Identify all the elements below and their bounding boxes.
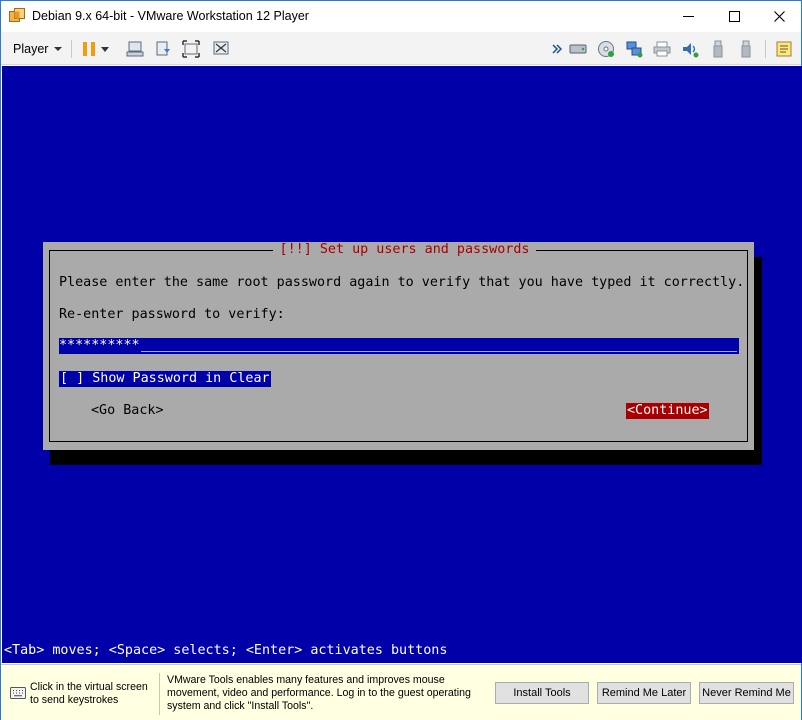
title-bar: Debian 9.x 64-bit - VMware Workstation 1… bbox=[1, 1, 801, 32]
dropdown-arrow-icon bbox=[101, 46, 109, 52]
sound-card-button[interactable] bbox=[680, 39, 700, 59]
vmware-tools-notification-bar: Click in the virtual screen to send keys… bbox=[1, 664, 801, 720]
usb-device-2-icon bbox=[741, 40, 751, 58]
player-menu-label: Player bbox=[13, 41, 49, 56]
disable-unity-button[interactable] bbox=[211, 39, 231, 59]
more-devices-button[interactable] bbox=[550, 39, 564, 59]
pause-dropdown-button[interactable] bbox=[99, 39, 111, 59]
dialog-border-top-left bbox=[49, 250, 273, 251]
close-button[interactable] bbox=[756, 1, 802, 32]
chevron-down-icon bbox=[54, 46, 63, 51]
minimize-button[interactable] bbox=[665, 1, 711, 32]
message-log-button[interactable] bbox=[774, 39, 794, 59]
never-remind-me-button[interactable]: Never Remind Me bbox=[699, 682, 794, 704]
keyboard-hint-text: Click in the virtual screen to send keys… bbox=[30, 681, 148, 706]
go-back-button[interactable]: <Go Back> bbox=[91, 403, 164, 419]
cd-dvd-button[interactable] bbox=[596, 39, 616, 59]
vmware-tools-message: VMware Tools enables many features and i… bbox=[167, 674, 471, 712]
network-adapter-icon bbox=[626, 41, 643, 58]
unity-icon bbox=[156, 41, 170, 56]
pause-icon bbox=[83, 42, 95, 56]
hard-disk-icon bbox=[569, 44, 587, 54]
network-adapter-button[interactable] bbox=[624, 39, 644, 59]
toolbar: Player bbox=[1, 32, 801, 65]
maximize-button[interactable] bbox=[711, 1, 757, 32]
installer-dialog: [!!] Set up users and passwords Please e… bbox=[43, 242, 754, 450]
virtual-machine-screen[interactable]: [!!] Set up users and passwords Please e… bbox=[2, 66, 802, 663]
send-ctrl-alt-del-icon bbox=[126, 41, 144, 57]
minimize-icon bbox=[682, 16, 694, 17]
message-log-icon bbox=[776, 41, 792, 57]
printer-icon bbox=[653, 41, 671, 57]
keyboard-help-line: <Tab> moves; <Space> selects; <Enter> ac… bbox=[4, 643, 448, 658]
window-title: Debian 9.x 64-bit - VMware Workstation 1… bbox=[32, 9, 309, 23]
toolbar-separator bbox=[71, 40, 72, 58]
password-verify-input[interactable]: ********** bbox=[59, 338, 739, 354]
disable-unity-icon bbox=[213, 41, 229, 55]
vmware-player-window: Debian 9.x 64-bit - VMware Workstation 1… bbox=[0, 0, 802, 720]
full-screen-icon bbox=[182, 40, 200, 58]
dialog-message: Please enter the same root password agai… bbox=[59, 275, 745, 290]
keyboard-icon bbox=[10, 686, 26, 699]
unity-button[interactable] bbox=[153, 39, 173, 59]
toolbar-separator bbox=[765, 40, 766, 58]
notification-separator bbox=[159, 673, 160, 715]
more-devices-icon bbox=[552, 44, 562, 54]
install-tools-button[interactable]: Install Tools bbox=[495, 682, 589, 704]
input-underline bbox=[141, 351, 737, 352]
password-field-label: Re-enter password to verify: bbox=[59, 307, 285, 322]
send-ctrl-alt-del-button[interactable] bbox=[125, 39, 145, 59]
pause-button[interactable] bbox=[79, 39, 99, 59]
printer-button[interactable] bbox=[652, 39, 672, 59]
maximize-icon bbox=[728, 11, 740, 22]
cd-dvd-icon bbox=[598, 41, 614, 57]
dialog-title: [!!] Set up users and passwords bbox=[273, 242, 536, 258]
dialog-border-top-right bbox=[536, 250, 748, 251]
usb-device-icon bbox=[713, 40, 723, 58]
hard-disk-button[interactable] bbox=[568, 39, 588, 59]
remind-me-later-button[interactable]: Remind Me Later bbox=[597, 682, 691, 704]
usb-device-2-button[interactable] bbox=[736, 39, 756, 59]
show-password-checkbox[interactable]: [ ] Show Password in Clear bbox=[59, 371, 271, 387]
continue-button[interactable]: <Continue> bbox=[626, 403, 709, 419]
full-screen-button[interactable] bbox=[181, 39, 201, 59]
player-menu[interactable]: Player bbox=[7, 37, 68, 60]
sound-card-icon bbox=[683, 43, 699, 58]
vmware-app-icon bbox=[9, 8, 26, 24]
close-icon bbox=[773, 11, 785, 22]
usb-device-button[interactable] bbox=[708, 39, 728, 59]
password-value: ********** bbox=[59, 338, 140, 353]
